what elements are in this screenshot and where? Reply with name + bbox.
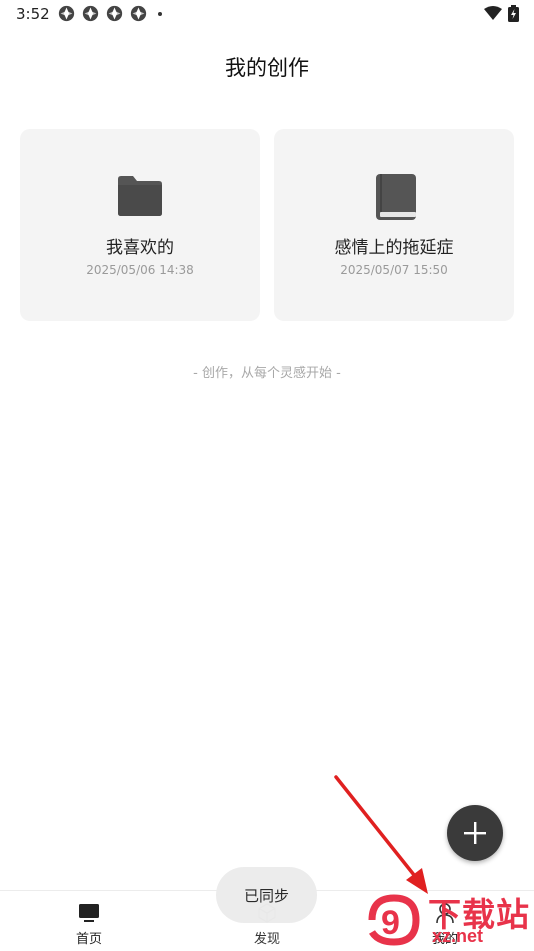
- work-card[interactable]: 我喜欢的 2025/05/06 14:38: [20, 129, 260, 321]
- tagline: - 创作，从每个灵感开始 -: [193, 366, 341, 381]
- watermark-logo-text: 9: [381, 904, 400, 942]
- plus-icon: [464, 822, 486, 844]
- add-work-button[interactable]: [447, 805, 503, 861]
- app-notification-icon: [106, 5, 123, 22]
- nav-label: 首页: [75, 932, 102, 947]
- work-name: 感情上的拖延症: [334, 238, 454, 258]
- app-notification-icon: [130, 5, 147, 22]
- nav-item-home[interactable]: 首页: [0, 891, 178, 951]
- work-card[interactable]: 感情上的拖延症 2025/05/07 15:50: [274, 129, 514, 321]
- notification-icons: [58, 5, 162, 22]
- status-time: 3:52: [16, 5, 50, 23]
- app-notification-icon: [58, 5, 75, 22]
- monitor-icon: [79, 904, 99, 922]
- work-date: 2025/05/07 15:50: [340, 263, 448, 277]
- work-name: 我喜欢的: [106, 238, 174, 258]
- work-date: 2025/05/06 14:38: [86, 263, 194, 277]
- status-bar: 3:52: [0, 0, 534, 28]
- folder-icon: [118, 176, 162, 216]
- wifi-icon: [484, 6, 502, 20]
- watermark-logo-icon: 9: [368, 894, 420, 946]
- more-notifications-dot: [158, 11, 162, 16]
- nav-label: 发现: [253, 932, 280, 947]
- book-icon: [376, 174, 416, 220]
- watermark-url: xz.net: [432, 926, 484, 946]
- battery-charging-icon: [508, 5, 519, 22]
- app-notification-icon: [82, 5, 99, 22]
- watermark: 9 下载站 xz.net: [364, 888, 534, 950]
- toast-text: 已同步: [243, 887, 289, 905]
- page-title: 我的创作: [225, 56, 309, 80]
- sync-toast: 已同步: [216, 867, 317, 923]
